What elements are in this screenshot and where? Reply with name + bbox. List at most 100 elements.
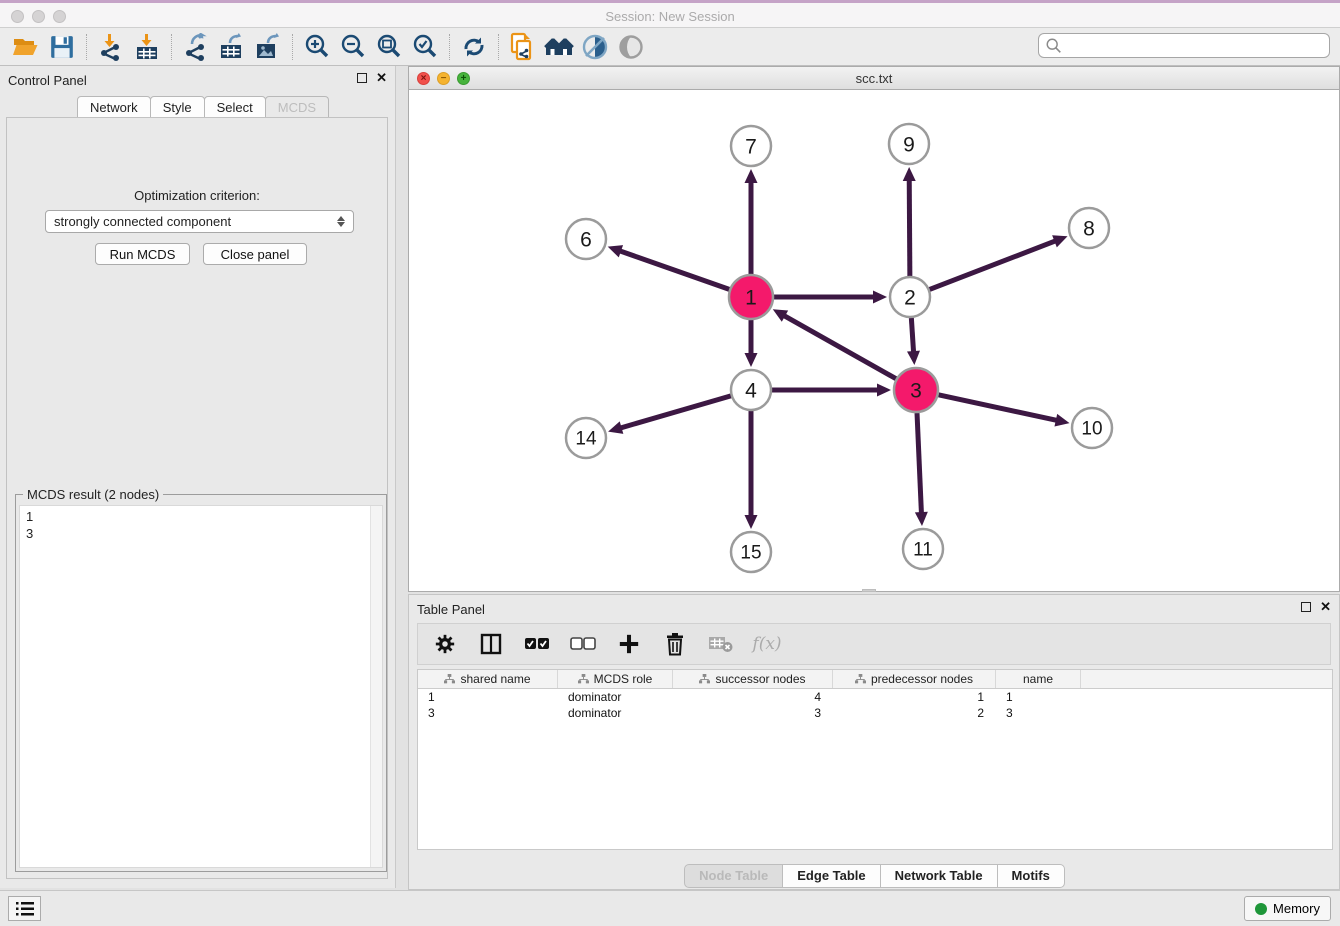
graph-node-10[interactable]: 10	[1072, 408, 1112, 448]
graph-edge-4-14[interactable]	[608, 396, 731, 434]
attribute-type-icon	[578, 674, 589, 685]
table-cell[interactable]: 4	[673, 689, 833, 705]
table-cell[interactable]: dominator	[558, 689, 673, 705]
graph-edge-1-2[interactable]	[774, 291, 887, 304]
table-panel-header: Table Panel ✕	[409, 595, 1339, 623]
column-header-shared-name[interactable]: shared name	[418, 670, 558, 688]
graph-node-6[interactable]: 6	[566, 219, 606, 259]
import-network-button[interactable]	[93, 31, 129, 63]
table-panel: Table Panel ✕ f(x) shared nameMCDS roles…	[408, 594, 1340, 890]
search-input[interactable]	[1063, 36, 1329, 56]
memory-button[interactable]: Memory	[1244, 896, 1331, 921]
export-image-button[interactable]	[250, 31, 286, 63]
open-session-button[interactable]	[8, 31, 44, 63]
graph-node-8[interactable]: 8	[1069, 208, 1109, 248]
graph-node-1[interactable]: 1	[729, 275, 773, 319]
float-panel-icon[interactable]	[357, 73, 367, 83]
tab-motifs[interactable]: Motifs	[997, 864, 1065, 888]
graph-edge-3-11[interactable]	[915, 413, 928, 526]
table-cell[interactable]: 1	[833, 689, 996, 705]
hide-graphics-details-button[interactable]	[577, 31, 613, 63]
column-header-predecessor-nodes[interactable]: predecessor nodes	[833, 670, 996, 688]
table-cell[interactable]: 3	[418, 705, 558, 721]
optimization-criterion-select[interactable]: strongly connected component	[45, 210, 354, 233]
tab-node-table[interactable]: Node Table	[684, 864, 783, 888]
graph-edge-2-9[interactable]	[903, 167, 916, 276]
network-graph[interactable]: 7 9 6 8 1 2 4 3 14 10 15 11	[409, 90, 1339, 591]
attribute-type-icon	[699, 674, 710, 685]
table-cell[interactable]: 1	[996, 689, 1081, 705]
function-builder-button[interactable]: f(x)	[754, 630, 780, 658]
show-column-button[interactable]	[478, 630, 504, 658]
graph-edge-4-3[interactable]	[772, 384, 891, 397]
table-options-button[interactable]	[432, 630, 458, 658]
graph-edge-3-10[interactable]	[938, 395, 1069, 427]
add-column-button[interactable]	[616, 630, 642, 658]
graph-node-3[interactable]: 3	[894, 368, 938, 412]
column-header-label: name	[1023, 672, 1053, 686]
close-table-panel-icon[interactable]: ✕	[1320, 602, 1331, 612]
graph-node-14[interactable]: 14	[566, 418, 606, 458]
tab-network-table[interactable]: Network Table	[880, 864, 998, 888]
delete-table-button[interactable]	[708, 630, 734, 658]
unselect-all-columns-button[interactable]	[570, 630, 596, 658]
graph-node-label: 2	[904, 287, 916, 310]
birds-eye-view-button[interactable]	[613, 31, 649, 63]
column-header-successor-nodes[interactable]: successor nodes	[673, 670, 833, 688]
graph-node-11[interactable]: 11	[903, 529, 943, 569]
export-network-button[interactable]	[178, 31, 214, 63]
graph-node-4[interactable]: 4	[731, 370, 771, 410]
graph-node-15[interactable]: 15	[731, 532, 771, 572]
graph-edge-1-7[interactable]	[745, 169, 758, 274]
close-panel-icon[interactable]: ✕	[376, 73, 387, 83]
zoom-out-button[interactable]	[335, 31, 371, 63]
close-panel-button[interactable]: Close panel	[203, 243, 307, 265]
tab-edge-table[interactable]: Edge Table	[782, 864, 880, 888]
graph-node-7[interactable]: 7	[731, 126, 771, 166]
graph-node-2[interactable]: 2	[890, 277, 930, 317]
table-row[interactable]: 1dominator411	[418, 689, 1332, 705]
graph-edge-2-8[interactable]	[930, 235, 1068, 289]
zoom-fit-button[interactable]	[371, 31, 407, 63]
export-table-button[interactable]	[214, 31, 250, 63]
table-cell[interactable]: dominator	[558, 705, 673, 721]
zoom-in-button[interactable]	[299, 31, 335, 63]
table-toolbar: f(x)	[417, 623, 1331, 665]
graph-edge-4-15[interactable]	[745, 411, 758, 529]
network-canvas[interactable]: 7 9 6 8 1 2 4 3 14 10 15 11	[409, 90, 1339, 591]
node-table[interactable]: shared nameMCDS rolesuccessor nodes prede…	[417, 669, 1333, 850]
graph-node-9[interactable]: 9	[889, 124, 929, 164]
delete-column-button[interactable]	[662, 630, 688, 658]
column-header-MCDS-role[interactable]: MCDS role	[558, 670, 673, 688]
save-session-button[interactable]	[44, 31, 80, 63]
birds-eye-view-icon	[617, 33, 645, 61]
import-table-button[interactable]	[129, 31, 165, 63]
search-box[interactable]	[1038, 33, 1330, 58]
status-bar: Memory	[0, 890, 1340, 926]
network-window-titlebar: × − + scc.txt	[409, 67, 1339, 90]
table-cell[interactable]: 2	[833, 705, 996, 721]
new-network-from-selection-button[interactable]	[505, 31, 541, 63]
graph-edge-2-3[interactable]	[907, 318, 920, 365]
select-all-columns-button[interactable]	[524, 630, 550, 658]
show-task-history-button[interactable]	[8, 896, 41, 921]
graph-edge-1-4[interactable]	[745, 320, 758, 367]
graph-node-label: 8	[1083, 218, 1095, 241]
table-cell[interactable]: 3	[673, 705, 833, 721]
table-row[interactable]: 3dominator323	[418, 705, 1332, 721]
column-header-label: predecessor nodes	[871, 672, 973, 686]
pane-divider-handle[interactable]	[862, 589, 876, 592]
first-neighbors-button[interactable]	[541, 31, 577, 63]
mcds-result-text[interactable]: 13	[19, 505, 383, 868]
toolbar-separator	[171, 34, 172, 60]
apply-layout-button[interactable]	[456, 31, 492, 63]
scrollbar[interactable]	[370, 506, 382, 867]
float-table-panel-icon[interactable]	[1301, 602, 1311, 612]
table-cell[interactable]: 1	[418, 689, 558, 705]
column-header-name[interactable]: name	[996, 670, 1081, 688]
zoom-selected-button[interactable]	[407, 31, 443, 63]
run-mcds-button[interactable]: Run MCDS	[95, 243, 190, 265]
graph-edge-3-1[interactable]	[773, 309, 896, 378]
table-cell[interactable]: 3	[996, 705, 1081, 721]
graph-edge-1-6[interactable]	[608, 245, 730, 289]
